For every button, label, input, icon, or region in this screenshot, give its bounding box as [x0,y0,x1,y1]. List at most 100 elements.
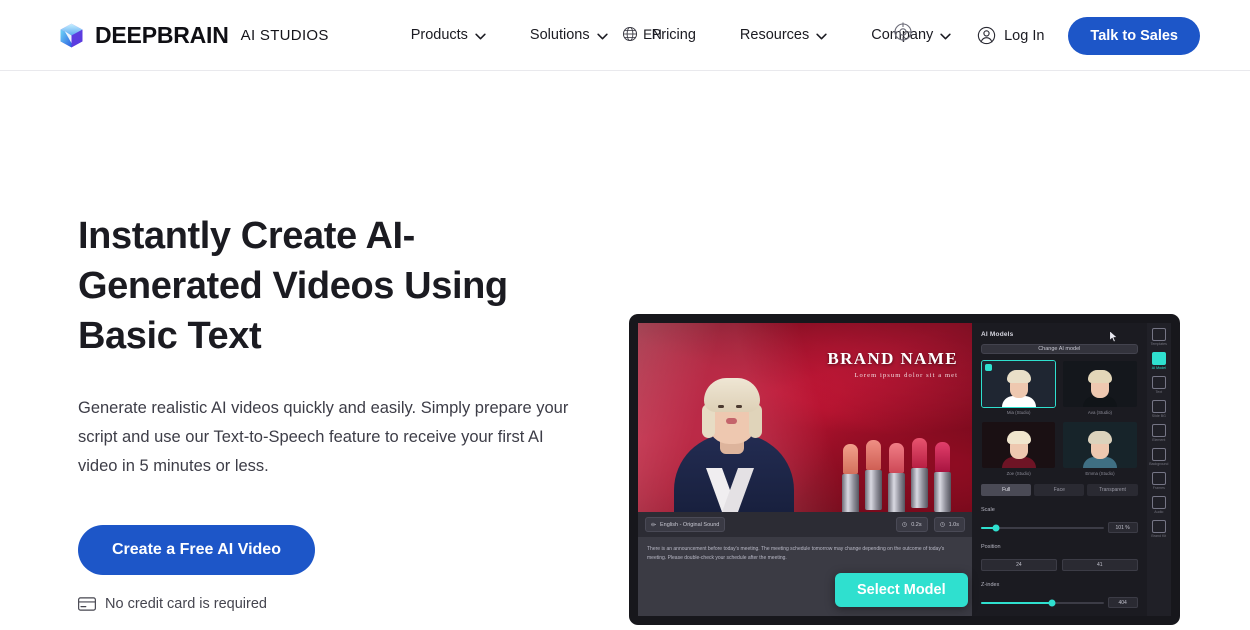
zindex-slider-track[interactable] [981,599,1104,606]
text-icon [1151,376,1166,389]
chevron-down-icon [816,33,827,39]
selected-indicator-icon [985,364,992,371]
brand-subtitle-text: Lorem ipsum dolor sit a met [854,372,958,379]
slide-background-icon [1151,400,1166,413]
login-button[interactable]: Log In [977,26,1044,45]
ai-model-item[interactable]: Emma (Studio) [1062,421,1137,476]
ai-presenter-avatar [668,342,800,512]
zindex-value[interactable]: 404 [1107,597,1138,608]
globe-icon [623,26,638,42]
zindex-control[interactable]: 404 [981,597,1138,608]
ai-model-name: Ava (Studio) [1087,410,1112,415]
ai-model-item[interactable]: Zoe (Studio) [981,421,1056,476]
select-model-overlay-button[interactable]: Select Model [835,573,968,607]
hero-section: Instantly Create AI-Generated Videos Usi… [0,71,1250,630]
brand-kit-icon [1151,520,1166,533]
position-x-input[interactable]: 24 [981,559,1057,571]
brand-logo[interactable]: DEEPBRAIN AI STUDIOS [58,22,329,49]
zindex-label: Z-index [981,582,1000,588]
user-circle-icon [977,26,996,45]
talk-to-sales-button[interactable]: Talk to Sales [1068,16,1200,55]
clip-duration-pill[interactable]: 0.2s [896,517,928,532]
rail-item-background[interactable]: Background [1148,448,1170,466]
nav-item-products[interactable]: Products [389,19,508,51]
rail-item-frames[interactable]: Frames [1148,472,1170,490]
background-icon [1151,448,1166,461]
scale-value[interactable]: 101 % [1107,522,1138,533]
brand-name: DEEPBRAIN [95,21,229,48]
rail-item-brand-kit[interactable]: Brand Kit [1148,520,1170,538]
nav-label: Products [410,27,468,43]
brand-suffix: AI STUDIOS [240,26,329,44]
rail-item-templates[interactable]: Templates [1148,328,1170,346]
main-navigation: Products Solutions Pricing Resources Com… [389,19,974,51]
total-duration-pill[interactable]: 1.0s [933,517,965,532]
nav-item-resources[interactable]: Resources [718,19,849,51]
waveform-icon [651,522,656,527]
position-controls: 24 41 [981,559,1138,571]
language-label: EN [643,26,662,42]
audio-icon [1151,496,1166,509]
create-free-ai-video-button[interactable]: Create a Free AI Video [78,525,315,575]
credit-card-icon [78,597,96,611]
tab-transparent[interactable]: Transparent [1087,484,1138,496]
nav-label: Solutions [529,27,590,43]
video-preview-stage[interactable]: BRAND NAME Lorem ipsum dolor sit a met [638,323,972,512]
tab-full[interactable]: Full [981,484,1032,496]
language-voice-label: English - Original Sound [660,521,720,528]
language-voice-pill[interactable]: English - Original Sound [645,517,726,532]
ai-model-icon [1151,352,1166,365]
ai-model-name: Zoe (Studio) [1006,471,1031,476]
ai-model-grid: Mia (Studio) Ava (Studio) Zoe (Studio) E… [981,360,1138,476]
chevron-down-icon [596,33,608,39]
scale-slider-track[interactable] [981,524,1104,531]
templates-icon [1151,328,1166,341]
rail-item-slide-bg[interactable]: Slide BG [1148,400,1170,418]
nav-label: Company [871,27,934,43]
position-label: Position [981,544,1001,550]
no-credit-card-label: No credit card is required [105,596,267,612]
ai-model-item[interactable]: Ava (Studio) [1062,360,1137,415]
editor-toolbar: English - Original Sound 0.2s 1.0s [638,512,972,537]
editor-tool-rail: Templates AI Model Text Slide BG Element [1146,323,1171,616]
rail-label: Frames [1152,486,1165,490]
rail-item-element[interactable]: Element [1148,424,1170,442]
clip-duration-label: 0.2s [911,521,922,528]
ai-models-panel: AI Models Change AI model Mia (Studio) A… [972,323,1147,616]
rail-item-audio[interactable]: Audio [1148,496,1170,514]
rail-label: Element [1152,438,1166,442]
scale-control[interactable]: 101 % [981,522,1138,533]
change-ai-model-button[interactable]: Change AI model [981,344,1138,354]
mouse-pointer-icon [1109,330,1118,343]
nav-label: Resources [739,27,810,43]
rail-label: Brand Kit [1151,534,1167,538]
chevron-down-icon [940,33,951,39]
brand-name-overlay: BRAND NAME Lorem ipsum dolor sit a met [827,349,958,379]
brand-title-text: BRAND NAME [827,349,958,368]
language-selector[interactable]: EN [622,26,662,42]
tab-face[interactable]: Face [1034,484,1085,496]
model-view-tabs: Full Face Transparent [981,484,1138,496]
frames-icon [1151,472,1166,485]
rail-label: Slide BG [1151,414,1166,418]
lipstick-product-graphics [836,438,966,512]
rail-item-text[interactable]: Text [1148,376,1170,394]
rail-label: Background [1149,462,1169,466]
product-mockup: BRAND NAME Lorem ipsum dolor sit a met E… [629,314,1180,625]
clock-icon [902,522,907,527]
hero-subcopy: Generate realistic AI videos quickly and… [78,399,569,475]
cube-logo-icon [60,23,83,47]
rail-label: Templates [1150,342,1167,346]
position-y-input[interactable]: 41 [1061,559,1138,571]
rail-label: Audio [1154,510,1164,514]
nav-item-solutions[interactable]: Solutions [508,19,630,51]
nav-item-company[interactable]: Company [849,19,973,51]
rail-item-ai-model[interactable]: AI Model [1148,352,1170,370]
chevron-down-icon [475,33,486,39]
no-credit-card-note: No credit card is required [78,596,598,612]
clock-icon [939,522,945,527]
login-label: Log In [1004,27,1045,44]
element-icon [1151,424,1166,437]
ai-model-item[interactable]: Mia (Studio) [981,360,1057,415]
header-right-cluster: EN Log In Talk to Sales [623,0,1250,71]
